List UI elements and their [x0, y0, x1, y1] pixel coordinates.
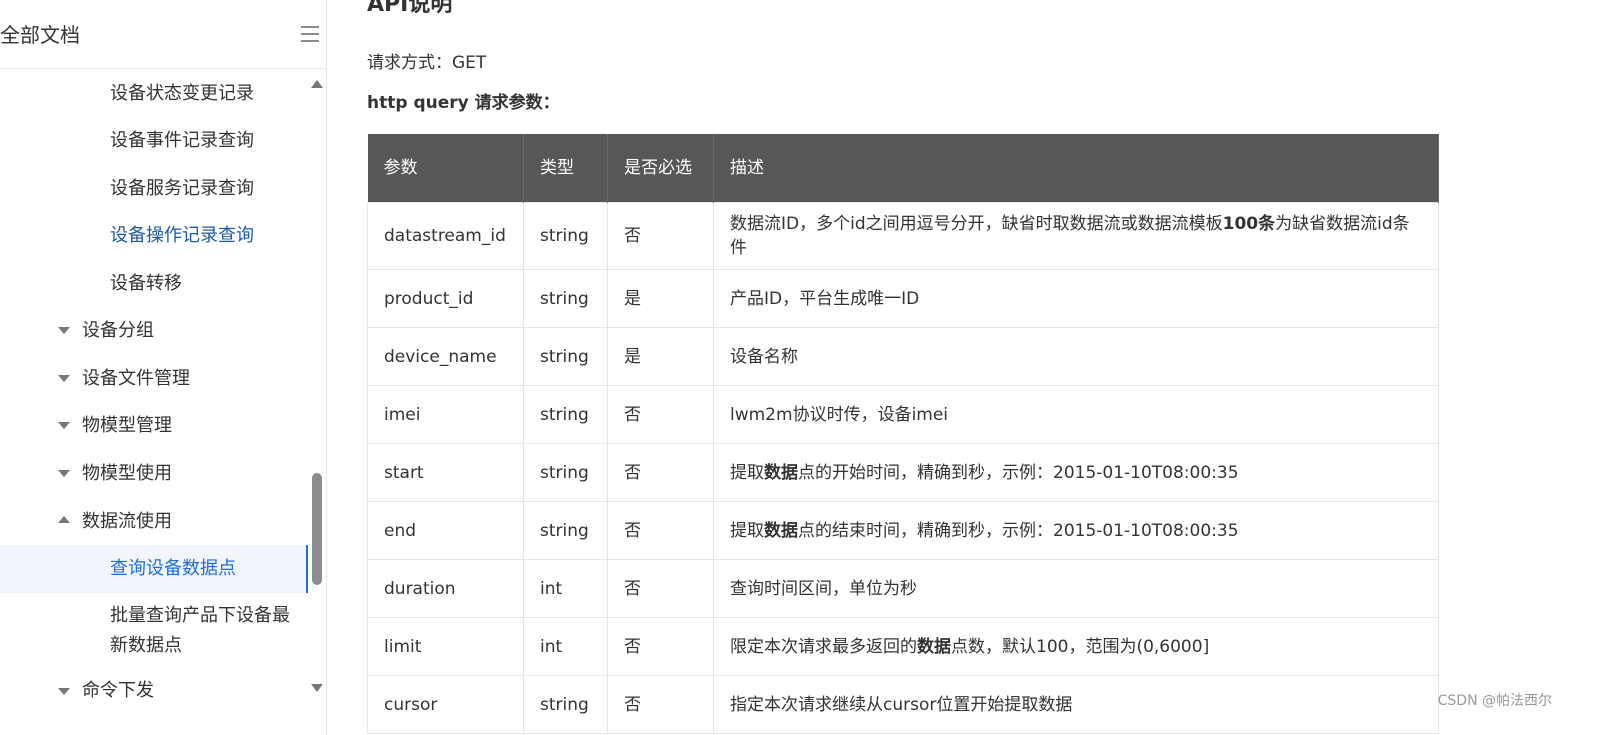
- cell-description: 指定本次请求继续从cursor位置开始提取数据: [713, 675, 1439, 734]
- desc-bold: 数据: [917, 636, 951, 657]
- table-row: imei string 否 lwm2m协议时传，设备imei: [367, 385, 1439, 444]
- sidebar-header: 全部文档: [0, 0, 326, 69]
- cell-param: cursor: [367, 675, 524, 734]
- desc-text: 数据流ID，多个id之间用逗号分开，缺省时取数据流或数据流模板: [730, 214, 1223, 234]
- desc-bold: 100条: [1222, 214, 1276, 234]
- sidebar-group-datastream[interactable]: 数据流使用: [82, 510, 172, 534]
- sidebar-item-device-event-query[interactable]: 设备事件记录查询: [110, 129, 254, 153]
- cell-required: 否: [607, 385, 714, 444]
- cell-type: string: [523, 385, 608, 444]
- caret-up-icon[interactable]: [58, 516, 70, 523]
- cell-required: 否: [607, 202, 714, 270]
- column-header-param: 参数: [367, 134, 524, 203]
- desc-text: 限定本次请求最多返回的: [730, 636, 917, 657]
- cell-type: string: [523, 269, 608, 328]
- cell-type: string: [523, 202, 608, 270]
- caret-down-icon[interactable]: [58, 422, 70, 429]
- cell-param: product_id: [367, 269, 524, 328]
- cell-description: 提取数据点的开始时间，精确到秒，示例：2015-01-10T08:00:35: [713, 443, 1439, 502]
- main-content: API说明 请求方式：GET http query 请求参数： 参数 类型 是否…: [367, 0, 1604, 735]
- cell-param: device_name: [367, 327, 524, 386]
- sidebar: 全部文档 设备状态变更记录 设备事件记录查询 设备服务记录查询 设备操作记录查询…: [0, 0, 327, 735]
- sidebar-item-device-operation-query[interactable]: 设备操作记录查询: [110, 224, 254, 248]
- watermark: CSDN @帕法西尔: [1437, 693, 1552, 709]
- params-title: http query 请求参数：: [367, 93, 560, 113]
- column-header-type: 类型: [523, 134, 608, 203]
- caret-down-icon[interactable]: [58, 470, 70, 477]
- sidebar-group-thing-model-use[interactable]: 物模型使用: [82, 462, 172, 486]
- request-method: 请求方式：GET: [367, 53, 487, 73]
- table-row: device_name string 是 设备名称: [367, 327, 1439, 386]
- sidebar-item-label-line1: 批量查询产品下设备最: [110, 605, 290, 626]
- desc-text: 提取: [730, 520, 764, 541]
- table-header-row: 参数 类型 是否必选 描述: [367, 134, 1439, 203]
- cell-required: 否: [607, 617, 714, 676]
- cell-required: 否: [607, 501, 714, 560]
- cell-param: imei: [367, 385, 524, 444]
- section-title: API说明: [367, 0, 453, 17]
- cell-description: 查询时间区间，单位为秒: [713, 559, 1439, 618]
- table-row: product_id string 是 产品ID，平台生成唯一ID: [367, 269, 1439, 328]
- desc-text: 点的结束时间，精确到秒，示例：2015-01-10T08:00:35: [798, 520, 1239, 541]
- cell-param: limit: [367, 617, 524, 676]
- cell-param: end: [367, 501, 524, 560]
- sidebar-item-device-service-query[interactable]: 设备服务记录查询: [110, 177, 254, 201]
- cell-description: 设备名称: [713, 327, 1439, 386]
- table-row: end string 否 提取数据点的结束时间，精确到秒，示例：2015-01-…: [367, 501, 1439, 560]
- cell-param: start: [367, 443, 524, 502]
- caret-down-icon[interactable]: [58, 375, 70, 382]
- table-row: start string 否 提取数据点的开始时间，精确到秒，示例：2015-0…: [367, 443, 1439, 502]
- params-table: 参数 类型 是否必选 描述 datastream_id string 否 数据流…: [367, 134, 1439, 734]
- table-row: cursor string 否 指定本次请求继续从cursor位置开始提取数据: [367, 675, 1439, 734]
- sidebar-title: 全部文档: [0, 23, 80, 47]
- cell-description: 数据流ID，多个id之间用逗号分开，缺省时取数据流或数据流模板100条为缺省数据…: [713, 202, 1439, 270]
- table-row: limit int 否 限定本次请求最多返回的数据点数，默认100，范围为(0,…: [367, 617, 1439, 676]
- cell-type: int: [523, 617, 608, 676]
- cell-required: 否: [607, 559, 714, 618]
- cell-type: string: [523, 443, 608, 502]
- sidebar-group-device-group[interactable]: 设备分组: [82, 319, 154, 343]
- cell-description: 产品ID，平台生成唯一ID: [713, 269, 1439, 328]
- cell-param: duration: [367, 559, 524, 618]
- desc-bold: 数据: [764, 462, 798, 483]
- column-header-description: 描述: [713, 134, 1439, 203]
- sidebar-group-thing-model-manage[interactable]: 物模型管理: [82, 414, 172, 438]
- sidebar-group-command[interactable]: 命令下发: [82, 679, 154, 703]
- scroll-down-icon[interactable]: [311, 684, 323, 692]
- desc-bold: 数据: [764, 520, 798, 541]
- sidebar-item-device-status-change[interactable]: 设备状态变更记录: [110, 82, 254, 106]
- cell-required: 否: [607, 443, 714, 502]
- cell-description: 限定本次请求最多返回的数据点数，默认100，范围为(0,6000]: [713, 617, 1439, 676]
- cell-required: 是: [607, 269, 714, 328]
- sidebar-group-device-file[interactable]: 设备文件管理: [82, 367, 190, 391]
- cell-description: 提取数据点的结束时间，精确到秒，示例：2015-01-10T08:00:35: [713, 501, 1439, 560]
- cell-required: 是: [607, 327, 714, 386]
- cell-type: string: [523, 327, 608, 386]
- cell-description: lwm2m协议时传，设备imei: [713, 385, 1439, 444]
- scrollbar-thumb[interactable]: [312, 473, 322, 585]
- menu-icon[interactable]: [301, 26, 319, 44]
- sidebar-item-batch-latest-datapoints[interactable]: 批量查询产品下设备最 新数据点: [110, 604, 290, 658]
- table-row: datastream_id string 否 数据流ID，多个id之间用逗号分开…: [367, 202, 1439, 270]
- cell-type: string: [523, 501, 608, 560]
- cell-required: 否: [607, 675, 714, 734]
- sidebar-item-label-line2: 新数据点: [110, 635, 182, 656]
- desc-text: 提取: [730, 462, 764, 483]
- table-row: duration int 否 查询时间区间，单位为秒: [367, 559, 1439, 618]
- cell-param: datastream_id: [367, 202, 524, 270]
- sidebar-item-device-transfer[interactable]: 设备转移: [110, 272, 182, 296]
- cell-type: string: [523, 675, 608, 734]
- sidebar-item-query-datapoints[interactable]: 查询设备数据点: [110, 557, 236, 581]
- desc-text: 点数，默认100，范围为(0,6000]: [951, 636, 1210, 657]
- caret-down-icon[interactable]: [58, 327, 70, 334]
- caret-down-icon[interactable]: [58, 688, 70, 695]
- column-header-required: 是否必选: [607, 134, 714, 203]
- cell-type: int: [523, 559, 608, 618]
- scroll-up-icon[interactable]: [311, 80, 323, 88]
- desc-text: 点的开始时间，精确到秒，示例：2015-01-10T08:00:35: [798, 462, 1239, 483]
